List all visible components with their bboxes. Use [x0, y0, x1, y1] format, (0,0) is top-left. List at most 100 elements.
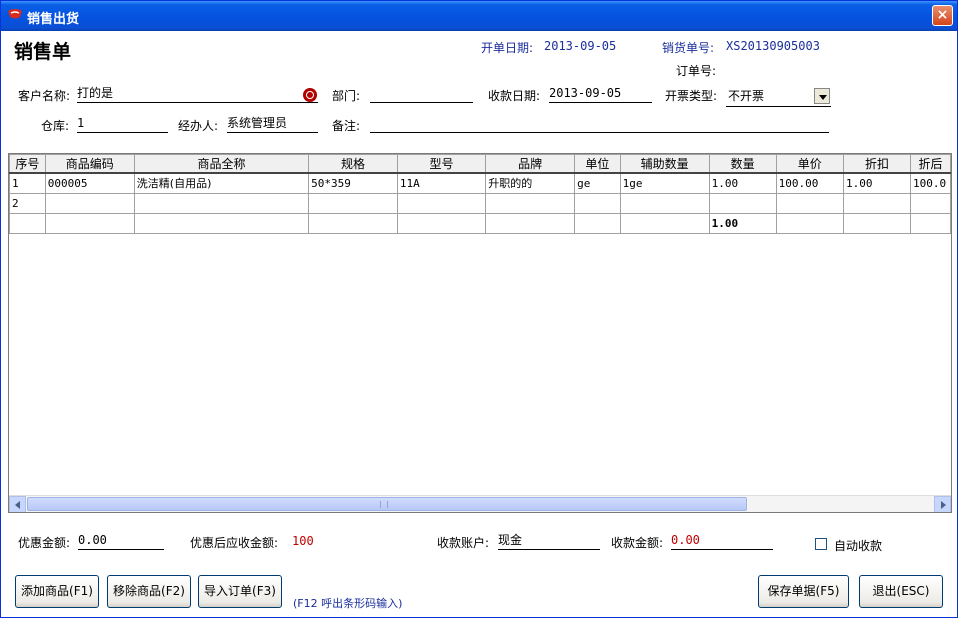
account-input[interactable]: 现金: [498, 532, 600, 550]
column-header[interactable]: 规格: [308, 154, 398, 174]
table-cell[interactable]: 1: [9, 172, 46, 194]
department-input[interactable]: [370, 85, 473, 103]
scrollbar-thumb[interactable]: [27, 497, 747, 511]
summary-cell: 1.00: [708, 212, 777, 234]
order-no-label: 订单号:: [676, 64, 717, 78]
table-cell[interactable]: [775, 192, 844, 214]
barcode-hint: (F12 呼出条形码输入): [293, 597, 403, 610]
auto-receipt-checkbox[interactable]: [815, 538, 827, 550]
grid-header-row: 序号 商品编码 商品全称 规格 型号 品牌 单位 辅助数量 数量 单价 折扣 折后: [9, 154, 951, 174]
column-header[interactable]: 序号: [9, 154, 46, 174]
open-date-label: 开单日期:: [481, 41, 534, 55]
table-cell[interactable]: ge: [574, 172, 621, 194]
table-cell[interactable]: [909, 192, 951, 214]
table-cell[interactable]: [44, 192, 135, 214]
scroll-left-icon[interactable]: [9, 496, 26, 512]
summary-cell: [133, 212, 310, 234]
window-title: 销售出货: [27, 12, 80, 27]
column-header[interactable]: 品牌: [485, 154, 576, 174]
table-cell[interactable]: [574, 192, 621, 214]
receivable-value: 100: [292, 534, 314, 548]
horizontal-scrollbar[interactable]: [9, 495, 951, 512]
receipt-date-input[interactable]: 2013-09-05: [549, 85, 652, 103]
receivable-label: 优惠后应收金额:: [190, 536, 279, 550]
chevron-down-icon[interactable]: [814, 88, 830, 104]
sale-no-value: XS20130905003: [726, 39, 820, 53]
column-header[interactable]: 辅助数量: [619, 154, 710, 174]
scroll-right-icon[interactable]: [934, 496, 951, 512]
exit-button[interactable]: 退出(ESC): [859, 575, 943, 608]
add-product-button[interactable]: 添加商品(F1): [15, 575, 99, 608]
department-label: 部门:: [332, 89, 361, 103]
table-cell[interactable]: [619, 192, 710, 214]
remove-product-button[interactable]: 移除商品(F2): [107, 575, 191, 608]
column-header[interactable]: 商品全称: [133, 154, 310, 174]
warehouse-label: 仓库:: [41, 119, 70, 133]
column-header[interactable]: 折后: [909, 154, 951, 174]
summary-cell: [909, 212, 951, 234]
save-button[interactable]: 保存单据(F5): [758, 575, 849, 608]
table-cell[interactable]: 洗洁精(自用品): [133, 172, 310, 194]
sale-no-label: 销货单号:: [662, 41, 715, 55]
form-heading: 销售单: [14, 41, 72, 63]
table-cell[interactable]: [396, 192, 487, 214]
close-button[interactable]: ×: [932, 5, 953, 26]
table-cell[interactable]: 50*359: [308, 172, 398, 194]
handler-input[interactable]: 系统管理员: [227, 115, 318, 133]
auto-receipt-label: 自动收款: [834, 539, 883, 553]
app-icon: [8, 9, 22, 19]
amount-label: 收款金额:: [611, 536, 664, 550]
summary-cell: [574, 212, 621, 234]
summary-cell: [619, 212, 710, 234]
title-bar[interactable]: 销售出货 ×: [1, 1, 957, 31]
summary-row: 1.00: [9, 212, 951, 234]
discount-input[interactable]: 0.00: [78, 532, 164, 550]
warehouse-input[interactable]: 1: [77, 115, 168, 133]
open-date-value: 2013-09-05: [544, 39, 617, 53]
summary-cell: [9, 212, 46, 234]
handler-label: 经办人:: [178, 119, 219, 133]
table-row[interactable]: 2: [9, 192, 951, 214]
summary-cell: [485, 212, 576, 234]
table-cell[interactable]: 1ge: [619, 172, 710, 194]
column-header[interactable]: 单价: [775, 154, 844, 174]
summary-cell: [308, 212, 398, 234]
summary-cell: [842, 212, 911, 234]
table-cell[interactable]: 1.00: [842, 172, 911, 194]
table-cell[interactable]: 000005: [44, 172, 135, 194]
product-grid[interactable]: 序号 商品编码 商品全称 规格 型号 品牌 单位 辅助数量 数量 单价 折扣 折后 1 000005 洗洁…: [8, 153, 952, 513]
customer-input[interactable]: 打的是: [77, 85, 318, 103]
remark-input[interactable]: [370, 115, 829, 133]
invoice-type-select[interactable]: 不开票: [726, 86, 831, 107]
table-cell[interactable]: [308, 192, 398, 214]
amount-input[interactable]: 0.00: [671, 532, 773, 550]
table-row[interactable]: 1 000005 洗洁精(自用品) 50*359 11A 升职的的 ge 1ge 1.00 100…: [9, 172, 951, 194]
table-cell[interactable]: [485, 192, 576, 214]
table-cell[interactable]: 升职的的: [485, 172, 576, 194]
customer-label: 客户名称:: [18, 89, 71, 103]
table-cell[interactable]: [842, 192, 911, 214]
import-order-button[interactable]: 导入订单(F3): [198, 575, 282, 608]
table-cell[interactable]: [708, 192, 777, 214]
invoice-type-label: 开票类型:: [665, 89, 718, 103]
table-cell[interactable]: 100.00: [775, 172, 844, 194]
remark-label: 备注:: [332, 119, 361, 133]
table-cell[interactable]: [133, 192, 310, 214]
account-label: 收款账户:: [437, 536, 490, 550]
discount-label: 优惠金额:: [18, 536, 71, 550]
column-header[interactable]: 数量: [708, 154, 777, 174]
column-header[interactable]: 型号: [396, 154, 487, 174]
column-header[interactable]: 折扣: [842, 154, 911, 174]
table-cell[interactable]: 11A: [396, 172, 487, 194]
grip-icon: [380, 501, 388, 508]
search-icon[interactable]: [303, 88, 317, 102]
column-header[interactable]: 单位: [574, 154, 621, 174]
column-header[interactable]: 商品编码: [44, 154, 135, 174]
summary-cell: [775, 212, 844, 234]
summary-cell: [396, 212, 487, 234]
summary-cell: [44, 212, 135, 234]
table-cell[interactable]: 100.0: [909, 172, 951, 194]
invoice-type-value: 不开票: [728, 89, 765, 103]
table-cell[interactable]: 2: [9, 192, 46, 214]
table-cell[interactable]: 1.00: [708, 172, 777, 194]
